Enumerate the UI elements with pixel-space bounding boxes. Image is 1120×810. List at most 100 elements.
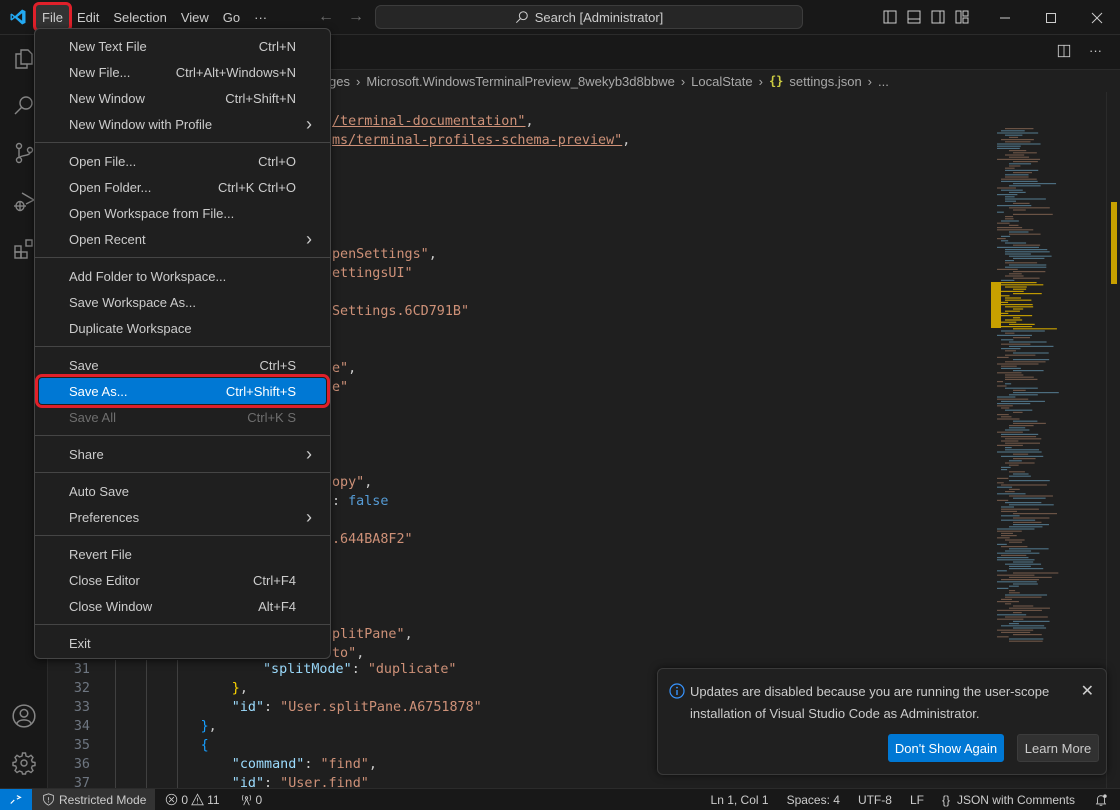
menu-selection[interactable]: Selection xyxy=(106,4,173,30)
ports-indicator[interactable]: 0 xyxy=(234,789,269,810)
code-text: ettingsUI" xyxy=(332,264,413,283)
minimap-line xyxy=(1005,260,1015,262)
notifications-button[interactable] xyxy=(1084,789,1120,810)
minimap-line xyxy=(1005,286,1027,288)
menu-item-open-recent[interactable]: Open Recent › xyxy=(39,226,326,252)
menu-item-new-window[interactable]: New Window Ctrl+Shift+N xyxy=(39,85,326,111)
arrow-right-icon[interactable]: → xyxy=(348,8,364,26)
cursor-position[interactable]: Ln 1, Col 1 xyxy=(702,789,778,810)
menu-go[interactable]: Go xyxy=(216,4,247,30)
minimap-line xyxy=(997,334,1032,336)
minimap-line xyxy=(1013,634,1042,636)
breadcrumb-item[interactable]: Microsoft.WindowsTerminalPreview_8wekyb3… xyxy=(366,74,675,89)
breadcrumb-symbols[interactable]: ... xyxy=(878,74,889,89)
menu-item-auto-save[interactable]: Auto Save xyxy=(39,478,326,504)
breadcrumb-item[interactable]: LocalState xyxy=(691,74,752,89)
menu-item-close-window[interactable]: Close Window Alt+F4 xyxy=(39,593,326,619)
vertical-scrollbar[interactable] xyxy=(1106,92,1120,788)
menu-item-new-window-with-profile[interactable]: New Window with Profile › xyxy=(39,111,326,137)
menu-item-preferences[interactable]: Preferences › xyxy=(39,504,326,530)
minimap-line xyxy=(1013,422,1046,424)
keyboard-shortcut: Ctrl+N xyxy=(258,38,296,54)
minimap-line xyxy=(1013,352,1049,354)
menu-more[interactable]: ··· xyxy=(247,4,274,30)
menu-item-open-workspace-from-file[interactable]: Open Workspace from File... xyxy=(39,200,326,226)
menu-item-save-as[interactable]: Save As... Ctrl+Shift+S xyxy=(35,374,330,408)
menu-item-save-workspace-as[interactable]: Save Workspace As... xyxy=(39,289,326,315)
minimap-line xyxy=(1009,156,1030,158)
dont-show-again-button[interactable]: Don't Show Again xyxy=(888,734,1004,762)
token: , xyxy=(525,114,534,129)
menu-item-exit[interactable]: Exit xyxy=(39,630,326,656)
token: Settings.6CD791B" xyxy=(332,304,470,319)
minimap-line xyxy=(997,451,1042,453)
minimap-line xyxy=(1001,598,1012,600)
end-of-line[interactable]: LF xyxy=(901,789,933,810)
minimap-line xyxy=(1001,339,1014,341)
minimap-line xyxy=(1009,504,1054,506)
minimap-line xyxy=(997,147,1020,149)
minimap-line xyxy=(1001,436,1037,438)
menu-item-new-text-file[interactable]: New Text File Ctrl+N xyxy=(39,33,326,59)
info-icon xyxy=(669,683,685,699)
token: , xyxy=(239,681,248,696)
minimap-line xyxy=(997,528,1035,530)
menu-item-save[interactable]: Save Ctrl+S xyxy=(39,352,326,378)
code-text: }, xyxy=(232,679,248,698)
menu-item-new-file[interactable]: New File... Ctrl+Alt+Windows+N xyxy=(39,59,326,85)
toggle-panel-icon[interactable] xyxy=(906,9,922,25)
minimize-button[interactable] xyxy=(982,0,1028,35)
maximize-button[interactable] xyxy=(1028,0,1074,35)
toggle-secondary-sidebar-icon[interactable] xyxy=(930,9,946,25)
minimap-line xyxy=(1009,638,1044,640)
menu-item-open-file[interactable]: Open File... Ctrl+O xyxy=(39,148,326,174)
problems-indicator[interactable]: 0 11 xyxy=(159,789,225,810)
menu-file[interactable]: File xyxy=(33,2,72,32)
token: e" xyxy=(332,380,349,395)
token: } xyxy=(200,719,209,734)
language-mode[interactable]: {} JSON with Comments xyxy=(933,789,1084,810)
minimap-line xyxy=(1005,378,1038,380)
arrow-left-icon[interactable]: ← xyxy=(318,8,334,26)
menu-item-duplicate-workspace[interactable]: Duplicate Workspace xyxy=(39,315,326,341)
breadcrumb-item[interactable]: ges xyxy=(329,74,350,89)
customize-layout-icon[interactable] xyxy=(954,9,970,25)
minimap-line xyxy=(1009,475,1031,477)
toggle-primary-sidebar-icon[interactable] xyxy=(882,9,898,25)
menu-item-share[interactable]: Share › xyxy=(39,441,326,467)
minimap-line xyxy=(1005,596,1042,598)
keyboard-shortcut: Ctrl+S xyxy=(259,357,296,373)
indentation[interactable]: Spaces: 4 xyxy=(778,789,849,810)
close-button[interactable] xyxy=(1074,0,1120,35)
minimap-line xyxy=(1005,387,1038,389)
command-center-search[interactable]: Search [Administrator] xyxy=(375,5,803,29)
more-actions-icon[interactable]: ··· xyxy=(1089,44,1102,58)
minimap-line xyxy=(1005,174,1029,176)
minimap-line xyxy=(997,304,1033,306)
menu-item-close-editor[interactable]: Close Editor Ctrl+F4 xyxy=(39,567,326,593)
menu-edit[interactable]: Edit xyxy=(70,4,106,30)
minimap-line xyxy=(1009,568,1044,570)
minimap-line xyxy=(1001,484,1047,486)
minimap-line xyxy=(1009,264,1047,266)
code-text: e" xyxy=(332,378,348,397)
menu-item-revert-file[interactable]: Revert File xyxy=(39,541,326,567)
remote-indicator[interactable] xyxy=(0,788,32,810)
minimap-line xyxy=(1005,275,1024,277)
split-editor-icon[interactable] xyxy=(1057,44,1071,58)
minimap-line xyxy=(1001,180,1038,182)
minimap-line xyxy=(1001,532,1013,534)
learn-more-button[interactable]: Learn More xyxy=(1017,734,1099,762)
menu-item-add-folder-to-workspace[interactable]: Add Folder to Workspace... xyxy=(39,263,326,289)
restricted-mode-indicator[interactable]: Restricted Mode xyxy=(32,788,156,810)
token: "command" xyxy=(231,757,305,772)
menu-item-open-folder[interactable]: Open Folder... Ctrl+K Ctrl+O xyxy=(39,174,326,200)
close-icon[interactable]: ✕ xyxy=(1081,681,1094,701)
menu-view[interactable]: View xyxy=(174,4,216,30)
minimap-line xyxy=(1005,299,1032,301)
search-icon xyxy=(515,11,528,24)
accounts-icon[interactable] xyxy=(10,702,38,730)
breadcrumb-file[interactable]: settings.json xyxy=(789,74,861,89)
encoding[interactable]: UTF-8 xyxy=(849,789,901,810)
manage-gear-icon[interactable] xyxy=(10,749,38,777)
